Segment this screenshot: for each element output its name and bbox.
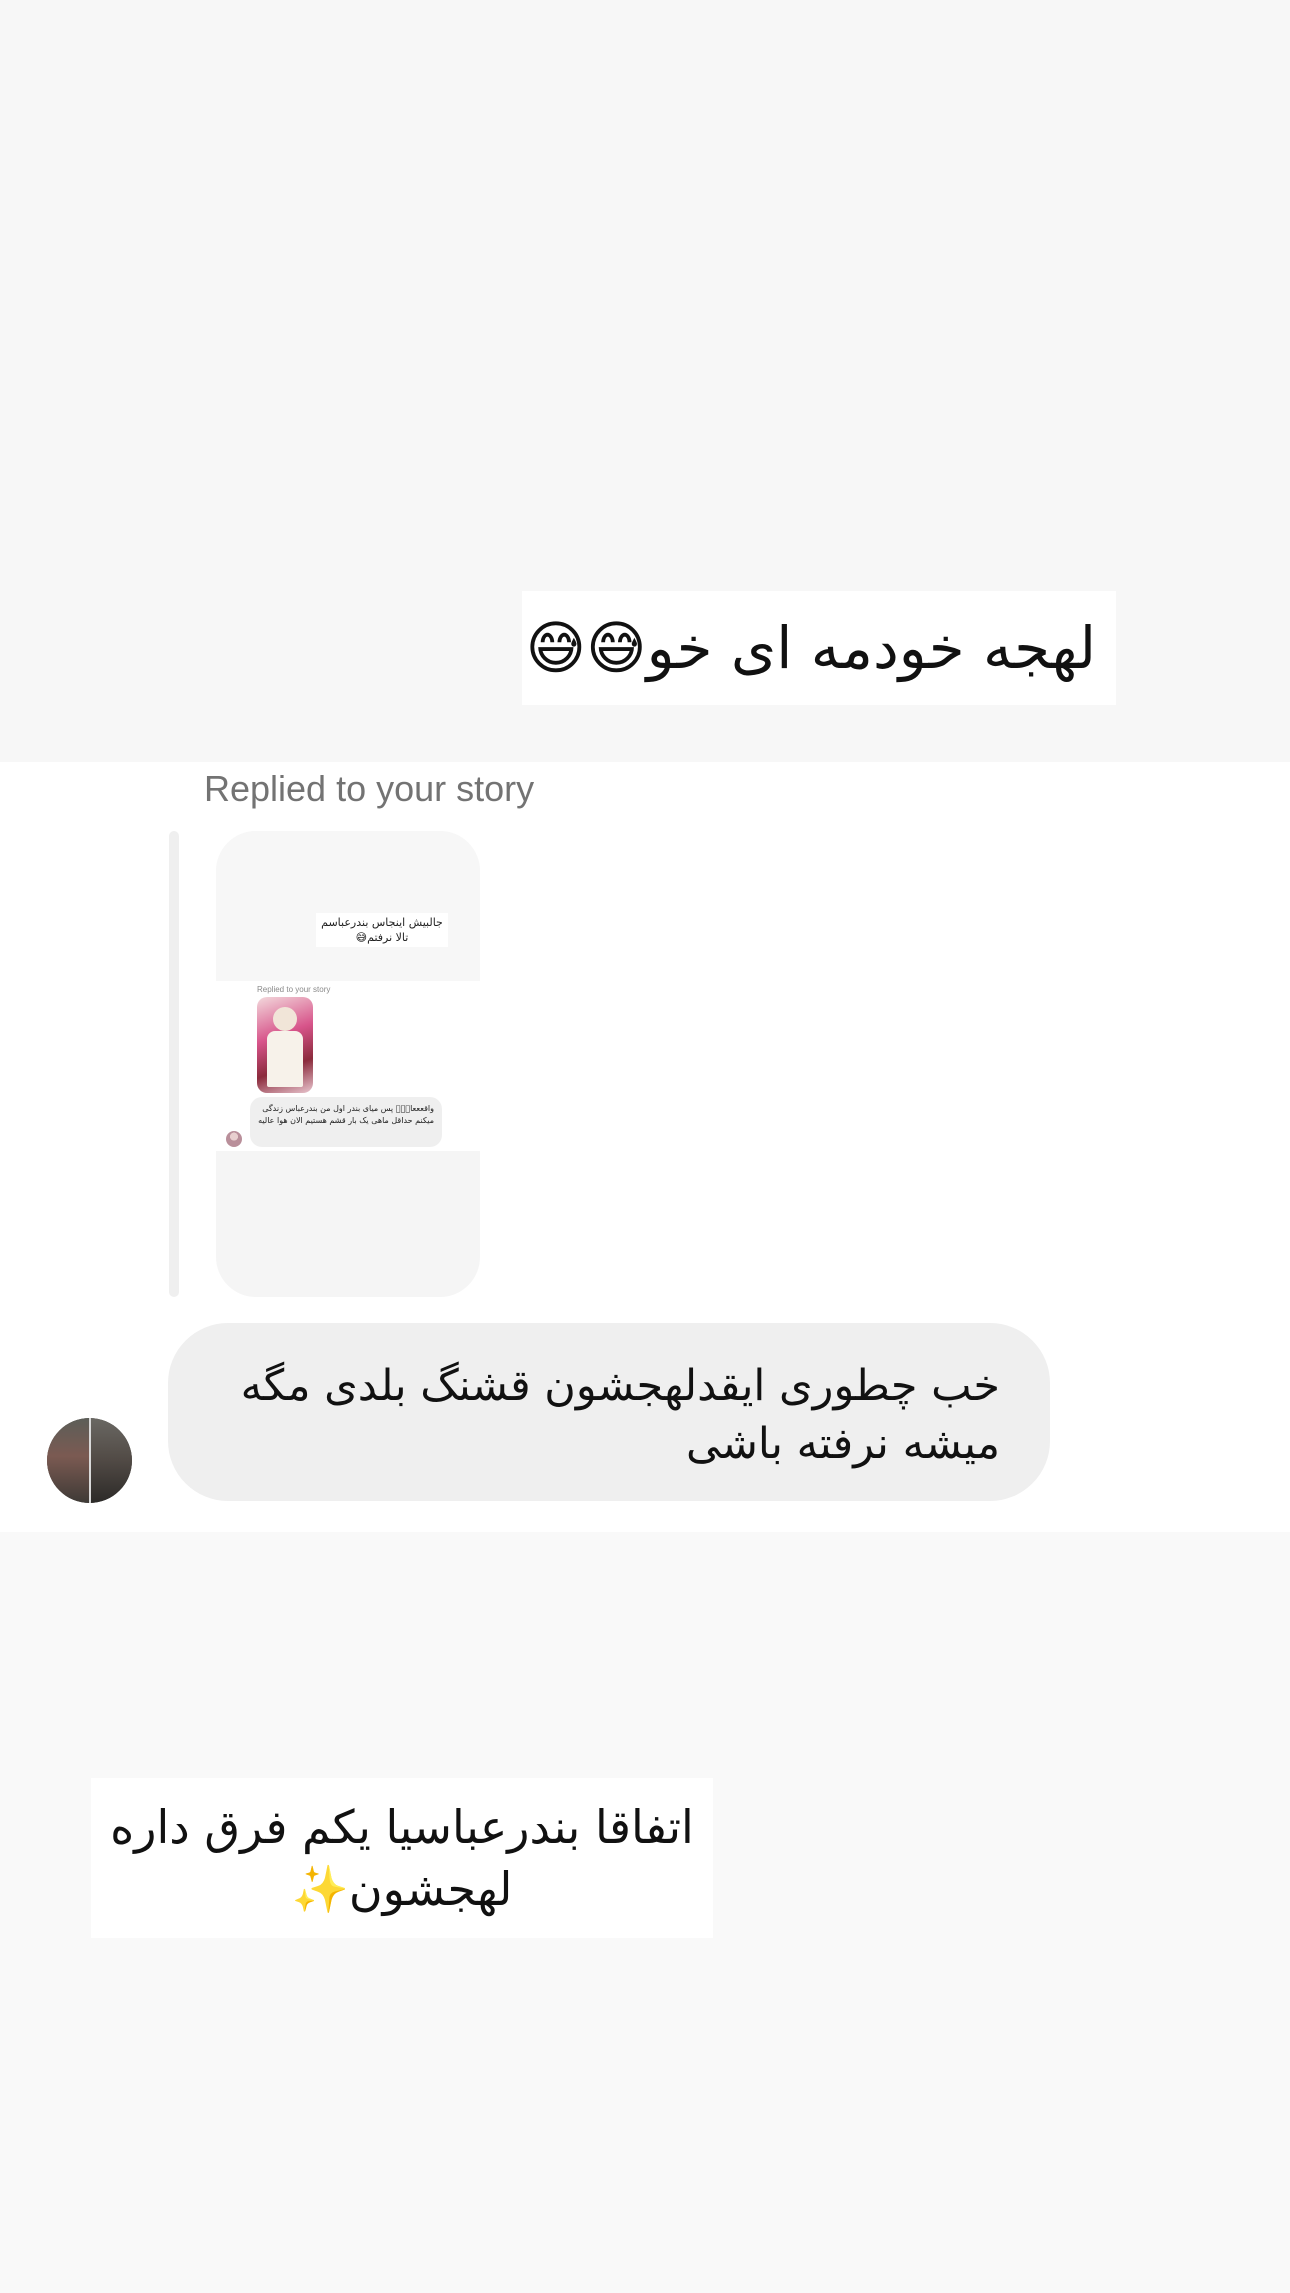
story-preview-avatar bbox=[226, 1131, 242, 1147]
reply-quote-bar bbox=[169, 831, 179, 1297]
story-preview-background bbox=[216, 831, 480, 981]
story-text-sticker-top: لهجه خودمه ای خو😅😅 bbox=[522, 591, 1116, 705]
photo-figure-body bbox=[267, 1031, 303, 1087]
story-text-sticker-bottom: اتفاقا بندرعباسیا یکم فرق داره لهجشون✨ bbox=[91, 1778, 713, 1938]
received-message-bubble[interactable]: خب چطوری ایقدلهجشون قشنگ بلدی مگه میشه ن… bbox=[168, 1323, 1050, 1501]
story-preview-thumbnail[interactable]: جالبیش اینجاس بندرعباسم تالا نرفتم😅 Repl… bbox=[216, 831, 480, 1297]
avatar-photo-left bbox=[47, 1418, 89, 1503]
avatar-photo-right bbox=[91, 1418, 132, 1503]
story-preview-photo bbox=[257, 997, 313, 1093]
story-preview-replied-label: Replied to your story bbox=[257, 985, 331, 994]
story-reply-screen: لهجه خودمه ای خو😅😅 Replied to your story… bbox=[0, 0, 1290, 2293]
sender-avatar[interactable] bbox=[47, 1418, 132, 1503]
replied-to-story-label: Replied to your story bbox=[204, 768, 535, 809]
story-preview-sticker: جالبیش اینجاس بندرعباسم تالا نرفتم😅 bbox=[316, 913, 448, 947]
story-preview-message-bubble: واقعععا🏻🏻🏻 پس میای بندر اول من بندرعباس … bbox=[250, 1097, 442, 1147]
photo-figure-head bbox=[273, 1007, 297, 1031]
